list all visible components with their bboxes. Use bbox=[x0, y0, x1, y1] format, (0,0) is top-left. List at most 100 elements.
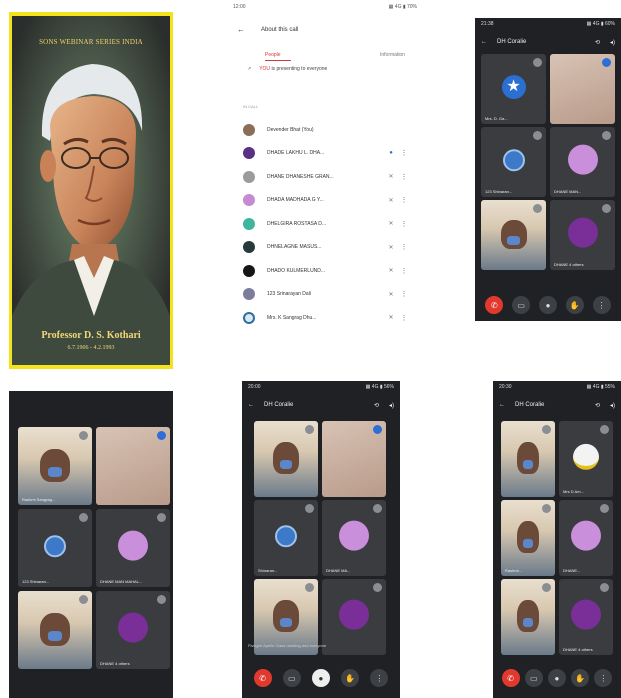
hand-icon[interactable]: ✋ bbox=[341, 669, 360, 687]
portrait-illustration bbox=[12, 16, 170, 365]
participant-row[interactable]: DHADE LAKHU L. DHA... ● ⋮ bbox=[243, 142, 413, 166]
camera-icon[interactable]: ▭ bbox=[512, 296, 531, 314]
participant-name: Mrs. K Sangrag Dhu... bbox=[267, 314, 317, 321]
avatar bbox=[243, 311, 255, 324]
mic-off-icon bbox=[533, 58, 542, 67]
participant-row[interactable]: Mrs. K Sangrag Dhu... ✕ ⋮ bbox=[243, 306, 413, 330]
tab-information[interactable]: Information bbox=[380, 52, 405, 58]
tab-people[interactable]: People bbox=[265, 52, 281, 58]
more-icon[interactable]: ⋮ bbox=[395, 267, 413, 275]
participant-row[interactable]: Devender Bhat (You) bbox=[243, 118, 413, 142]
participant-tile[interactable] bbox=[481, 200, 546, 270]
more-icon[interactable]: ⋮ bbox=[395, 173, 413, 181]
participant-tile[interactable]: DHANE MAN... bbox=[550, 127, 615, 197]
participant-tile[interactable]: 123 Shinaran... bbox=[18, 509, 92, 587]
meeting-code[interactable]: DH Coralie bbox=[264, 402, 364, 408]
participant-tile[interactable]: Rashmi... bbox=[501, 500, 555, 576]
mic-off-icon: ✕ bbox=[388, 268, 394, 275]
more-icon[interactable]: ⋮ bbox=[395, 243, 413, 251]
hand-icon[interactable]: ✋ bbox=[565, 296, 584, 314]
participant-name: DHADA MADHADA G Y... bbox=[267, 197, 324, 204]
back-arrow-icon[interactable]: ← bbox=[237, 25, 245, 34]
mic-icon[interactable]: ● bbox=[547, 669, 566, 687]
back-arrow-icon[interactable]: ← bbox=[499, 402, 505, 408]
participant-tile[interactable]: Shinaran... bbox=[254, 500, 318, 576]
avatar bbox=[243, 288, 255, 301]
more-icon[interactable]: ⋮ bbox=[395, 290, 413, 298]
participant-tile[interactable]: DHANE 4 others bbox=[559, 579, 613, 655]
participant-tile[interactable]: DHANE MA... bbox=[322, 500, 386, 576]
volume-icon[interactable]: ◂) bbox=[610, 402, 615, 409]
participant-tile[interactable]: DHANE... bbox=[559, 500, 613, 576]
back-arrow-icon[interactable]: ← bbox=[248, 402, 254, 408]
mic-off-icon bbox=[602, 204, 611, 213]
camera-icon[interactable]: ▭ bbox=[282, 669, 301, 687]
camera-icon[interactable]: ▭ bbox=[524, 669, 543, 687]
volume-icon[interactable]: ◂) bbox=[610, 39, 615, 46]
logo-avatar bbox=[573, 443, 599, 470]
back-arrow-icon[interactable]: ← bbox=[481, 39, 487, 45]
participant-row[interactable]: DHADO KULMERLUND... ✕ ⋮ bbox=[243, 259, 413, 283]
participant-tile[interactable]: Rashmi Sangrag... bbox=[18, 427, 92, 505]
participant-name: 123 Srinarayan Dali bbox=[267, 291, 311, 298]
participant-tile[interactable] bbox=[550, 54, 615, 124]
participant-tile[interactable]: Mrs D Am... bbox=[559, 421, 613, 497]
avatar bbox=[243, 217, 255, 230]
avatar bbox=[571, 599, 601, 630]
participant-tile[interactable]: 123 Shinaran... bbox=[481, 127, 546, 197]
avatar bbox=[502, 149, 525, 172]
hand-icon[interactable]: ✋ bbox=[571, 669, 590, 687]
more-icon[interactable]: ⋮ bbox=[395, 314, 413, 322]
mic-icon[interactable]: ● bbox=[311, 669, 330, 687]
switch-camera-icon[interactable]: ⟲ bbox=[374, 402, 379, 409]
participant-tile[interactable] bbox=[96, 427, 170, 505]
participant-tile[interactable] bbox=[18, 591, 92, 669]
more-icon[interactable]: ⋮ bbox=[395, 196, 413, 204]
more-icon[interactable]: ⋮ bbox=[594, 669, 613, 687]
end-call-icon[interactable]: ✆ bbox=[501, 669, 520, 687]
participant-tile[interactable] bbox=[254, 421, 318, 497]
participant-tile[interactable] bbox=[322, 421, 386, 497]
participant-tile[interactable] bbox=[501, 421, 555, 497]
participant-tile[interactable]: DHANE 4 others bbox=[550, 200, 615, 270]
volume-icon[interactable]: ◂) bbox=[389, 402, 394, 409]
more-icon[interactable]: ⋮ bbox=[395, 149, 413, 157]
avatar bbox=[243, 264, 255, 277]
avatar bbox=[118, 530, 148, 561]
meeting-code[interactable]: DH Coralie bbox=[515, 402, 585, 408]
meeting-code[interactable]: DH Coralie bbox=[497, 39, 585, 45]
participant-row[interactable]: DHANE DHANESHE GRAN... ✕ ⋮ bbox=[243, 165, 413, 189]
tile-label: 123 Shinaran... bbox=[22, 579, 50, 584]
mic-icon[interactable]: ● bbox=[538, 296, 557, 314]
speaking-icon bbox=[373, 425, 382, 434]
speaking-icon: ● bbox=[389, 150, 393, 157]
status-icons: ▦ 4G ▮ 55% bbox=[586, 384, 615, 390]
participant-row[interactable]: DHELGIRA ROSTASA D... ✕ ⋮ bbox=[243, 212, 413, 236]
more-icon[interactable]: ⋮ bbox=[370, 669, 389, 687]
mic-off-icon bbox=[600, 425, 609, 434]
more-icon[interactable]: ⋮ bbox=[592, 296, 611, 314]
avatar bbox=[243, 147, 255, 160]
switch-camera-icon[interactable]: ⟲ bbox=[595, 402, 600, 409]
participant-row[interactable]: DHNELAGNE MASUS... ✕ ⋮ bbox=[243, 236, 413, 260]
participant-name: DHADO KULMERLUND... bbox=[267, 267, 326, 274]
tab-bar: People Information bbox=[265, 52, 405, 58]
participant-row[interactable]: DHADA MADHADA G Y... ✕ ⋮ bbox=[243, 189, 413, 213]
participant-tile[interactable]: DHANE MAN MAHAL... bbox=[96, 509, 170, 587]
participant-tile[interactable]: ★ Mrs. D. Ga... bbox=[481, 54, 546, 124]
participant-row[interactable]: 123 Srinarayan Dali ✕ ⋮ bbox=[243, 283, 413, 307]
end-call-icon[interactable]: ✆ bbox=[485, 296, 504, 314]
speaking-icon bbox=[602, 58, 611, 67]
end-call-icon[interactable]: ✆ bbox=[253, 669, 272, 687]
participant-tile[interactable] bbox=[501, 579, 555, 655]
mic-off-icon: ✕ bbox=[388, 244, 394, 251]
tile-label: DHANE 4 others bbox=[563, 647, 593, 652]
mic-off-icon bbox=[542, 504, 551, 513]
webinar-title: SONS WEBINAR SERIES INDIA bbox=[39, 38, 143, 46]
participant-tile[interactable]: DHANE 4 others bbox=[96, 591, 170, 669]
mic-off-icon: ✕ bbox=[388, 315, 394, 322]
meeting-navbar: ← DH Coralie ⟲ ◂) bbox=[242, 397, 400, 413]
participant-video bbox=[40, 448, 70, 482]
switch-camera-icon[interactable]: ⟲ bbox=[595, 39, 600, 46]
more-icon[interactable]: ⋮ bbox=[395, 220, 413, 228]
